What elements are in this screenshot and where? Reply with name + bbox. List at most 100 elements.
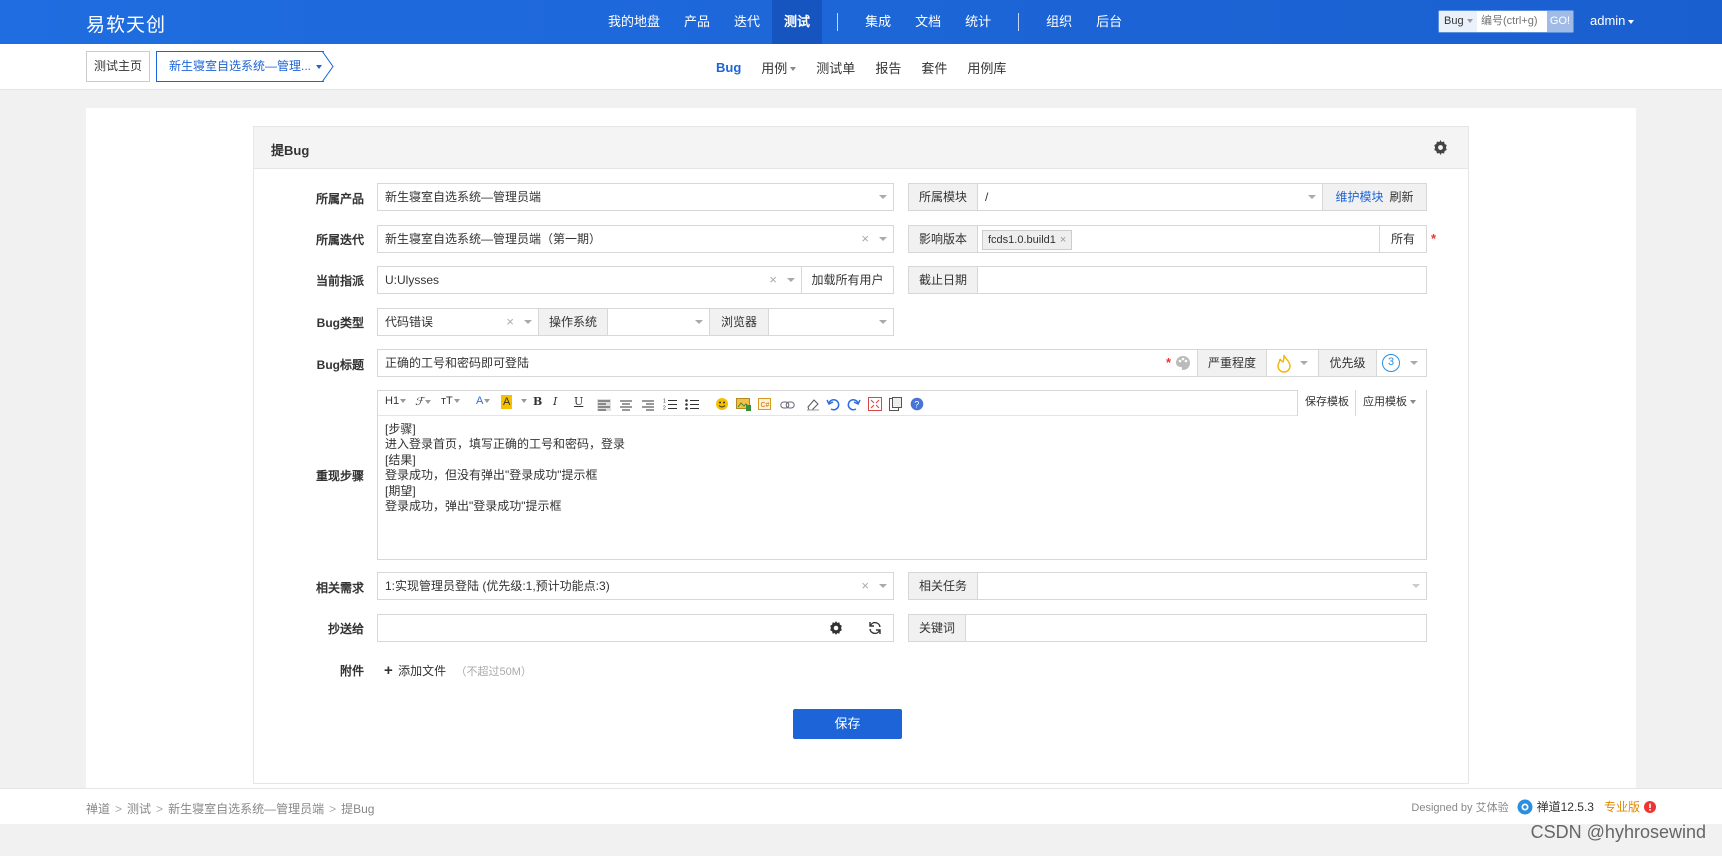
keywords-input[interactable] (965, 614, 1427, 642)
paste-icon[interactable] (889, 396, 902, 412)
redo-icon[interactable] (847, 396, 861, 412)
browser-select[interactable] (768, 308, 894, 336)
save-button[interactable]: 保存 (793, 709, 902, 739)
gear-icon[interactable] (1433, 140, 1448, 155)
title-label: Bug标题 (316, 358, 364, 372)
edition[interactable]: 专业版 (1604, 798, 1640, 815)
image-icon[interactable] (736, 396, 751, 412)
font-family-icon[interactable]: ℱ (415, 395, 431, 411)
underline-icon[interactable]: U (574, 395, 583, 411)
nav-my[interactable]: 我的地盘 (596, 0, 672, 44)
undo-icon[interactable] (826, 396, 840, 412)
mailto-select[interactable] (377, 614, 894, 642)
user-menu[interactable]: admin (1590, 13, 1635, 28)
footer-crumb-current: 提Bug (341, 802, 375, 816)
nav-ci[interactable]: 集成 (853, 0, 903, 44)
priority-select[interactable]: 3 (1376, 349, 1427, 377)
module-select-value: / (985, 190, 989, 204)
clear-icon[interactable]: × (769, 267, 777, 293)
subnav-testtask[interactable]: 测试单 (806, 58, 865, 77)
nav-execution[interactable]: 迭代 (722, 0, 772, 44)
apply-template-button[interactable]: 应用模板 (1355, 390, 1426, 416)
heading-icon[interactable]: H1 (385, 395, 407, 411)
maintain-module-link[interactable]: 维护模块 (1335, 190, 1383, 204)
add-file-button[interactable]: + 添加文件 （不超过50M） (384, 662, 532, 679)
keywords-addon: 关键词 (908, 614, 966, 642)
title-input[interactable]: 正确的工号和密码即可登陆 * (377, 349, 1198, 377)
refresh-icon[interactable] (868, 621, 882, 635)
nav-qa[interactable]: 测试 (772, 0, 823, 44)
subnav-bug[interactable]: Bug (706, 60, 751, 75)
breadcrumb-arrow-icon (322, 51, 334, 82)
nav-admin[interactable]: 后台 (1084, 0, 1134, 44)
bold-icon[interactable]: B (533, 395, 542, 411)
footer-crumb-product[interactable]: 新生寝室自选系统—管理员端 (168, 802, 324, 816)
clear-icon[interactable]: × (861, 573, 869, 599)
product-select[interactable]: 新生寝室自选系统—管理员端 (377, 183, 894, 211)
search-input[interactable] (1477, 11, 1547, 32)
align-center-icon[interactable] (619, 397, 633, 413)
italic-icon[interactable]: I (553, 395, 557, 411)
font-size-icon[interactable]: тT (441, 395, 460, 411)
help-icon[interactable]: ? (910, 396, 924, 412)
remove-tag-icon[interactable]: × (1060, 234, 1066, 246)
deadline-input[interactable] (977, 266, 1427, 294)
type-select[interactable]: 代码错误 × (377, 308, 539, 336)
nav-doc[interactable]: 文档 (903, 0, 953, 44)
search-type-select[interactable]: Bug (1439, 11, 1477, 32)
chevron-down-icon (1628, 19, 1635, 24)
align-left-icon[interactable] (597, 397, 611, 413)
chevron-down-icon (879, 237, 887, 241)
search-go-button[interactable]: GO! (1547, 11, 1573, 32)
fullscreen-icon[interactable] (868, 396, 882, 412)
font-color-icon[interactable]: A (476, 395, 491, 411)
product-switcher[interactable]: 新生寝室自选系统—管理... (156, 51, 324, 82)
code-block-icon[interactable]: C# (758, 396, 772, 412)
ordered-list-icon[interactable]: 12 (663, 396, 677, 412)
add-file-label: 添加文件 (398, 664, 447, 678)
version[interactable]: 禅道12.5.3 (1537, 798, 1594, 815)
search-type-label: Bug (1444, 15, 1464, 27)
subnav-report[interactable]: 报告 (865, 58, 911, 77)
build-tag-label: fcds1.0.build1 (988, 234, 1056, 246)
footer-crumb-home[interactable]: 禅道 (86, 802, 110, 816)
task-select[interactable] (977, 572, 1427, 600)
color-palette-icon[interactable] (1175, 355, 1191, 371)
os-select[interactable] (607, 308, 710, 336)
build-select[interactable]: fcds1.0.build1 × (977, 225, 1380, 253)
load-all-users-button[interactable]: 加载所有用户 (801, 266, 894, 294)
emoji-icon[interactable] (715, 396, 729, 412)
execution-select[interactable]: 新生寝室自选系统—管理员端（第一期） × (377, 225, 894, 253)
designed-by[interactable]: Designed by 艾体验 (1411, 799, 1508, 815)
clear-icon[interactable]: × (861, 226, 869, 252)
all-builds-button[interactable]: 所有 (1379, 225, 1427, 253)
align-right-icon[interactable] (641, 397, 655, 413)
highlight-icon[interactable]: A (501, 395, 513, 409)
severity-select[interactable] (1266, 349, 1319, 377)
eraser-icon[interactable] (806, 396, 820, 412)
steps-line: [步骤] (385, 422, 416, 436)
story-select[interactable]: 1:实现管理员登陆 (优先级:1,预计功能点:3) × (377, 572, 894, 600)
crumb-separator: > (156, 802, 164, 816)
assign-select[interactable]: U:Ulysses × (377, 266, 802, 294)
gear-icon[interactable] (829, 621, 843, 635)
bullet-list-icon[interactable] (685, 396, 699, 412)
nav-company[interactable]: 组织 (1034, 0, 1084, 44)
module-select[interactable]: / (977, 183, 1323, 211)
chevron-down-icon (1410, 400, 1416, 405)
refresh-module-link[interactable]: 刷新 (1390, 190, 1414, 204)
steps-editor[interactable]: [步骤] 进入登录首页，填写正确的工号和密码，登录 [结果] 登录成功，但没有弹… (377, 415, 1427, 560)
brand-logo[interactable]: 易软天创 (86, 10, 166, 37)
clear-icon[interactable]: × (506, 309, 514, 335)
link-icon[interactable] (780, 397, 795, 413)
nav-report[interactable]: 统计 (953, 0, 1003, 44)
footer-crumb-qa[interactable]: 测试 (127, 802, 151, 816)
nav-product[interactable]: 产品 (672, 0, 722, 44)
apply-template-label: 应用模板 (1363, 396, 1407, 408)
subnav-suite[interactable]: 套件 (911, 58, 957, 77)
subnav-caselib[interactable]: 用例库 (957, 58, 1016, 77)
breadcrumb-qa-home[interactable]: 测试主页 (86, 51, 151, 82)
subnav-testcase[interactable]: 用例 (751, 58, 806, 77)
alert-icon[interactable] (1644, 800, 1656, 813)
save-template-button[interactable]: 保存模板 (1297, 390, 1356, 416)
